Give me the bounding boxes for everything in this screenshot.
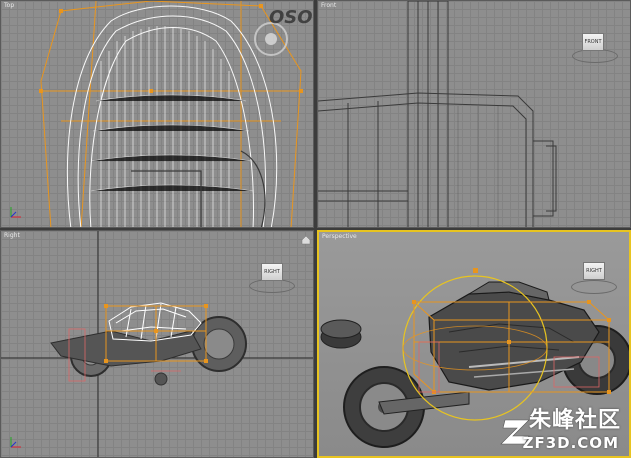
viewcube-icon[interactable]: RIGHT (583, 262, 605, 280)
top-wireframe (39, 1, 303, 227)
home-icon[interactable] (301, 235, 311, 245)
viewport-label[interactable]: Perspective (322, 233, 357, 240)
watermark-text: OSO (269, 7, 313, 28)
viewport-layout: OSO Top FRONT Front RIGHT Right RIGHT Pe… (0, 0, 631, 458)
site-logo: 朱峰社区 ZF3D.COM (497, 400, 629, 456)
viewport-label[interactable]: Right (4, 232, 20, 239)
viewcube-icon[interactable]: FRONT (582, 33, 604, 51)
axis-tripod-icon (10, 437, 21, 448)
viewcube-icon[interactable]: RIGHT (261, 263, 283, 281)
logo-sub-text: ZF3D.COM (522, 434, 619, 452)
axis-tripod-icon (10, 207, 21, 218)
viewport-label[interactable]: Top (4, 2, 14, 9)
viewport-label[interactable]: Front (321, 2, 336, 9)
viewport-top[interactable]: OSO Top (0, 0, 314, 228)
viewport-front[interactable]: FRONT Front (317, 0, 631, 228)
viewcube-ring[interactable] (249, 279, 295, 293)
viewcube-ring[interactable] (572, 49, 618, 63)
viewport-perspective[interactable]: RIGHT Perspective 朱峰社区 ZF3D.COM (317, 230, 631, 458)
logo-main-text: 朱峰社区 (528, 408, 621, 433)
viewport-right[interactable]: RIGHT Right (0, 230, 314, 458)
viewcube-ring[interactable] (571, 280, 617, 294)
